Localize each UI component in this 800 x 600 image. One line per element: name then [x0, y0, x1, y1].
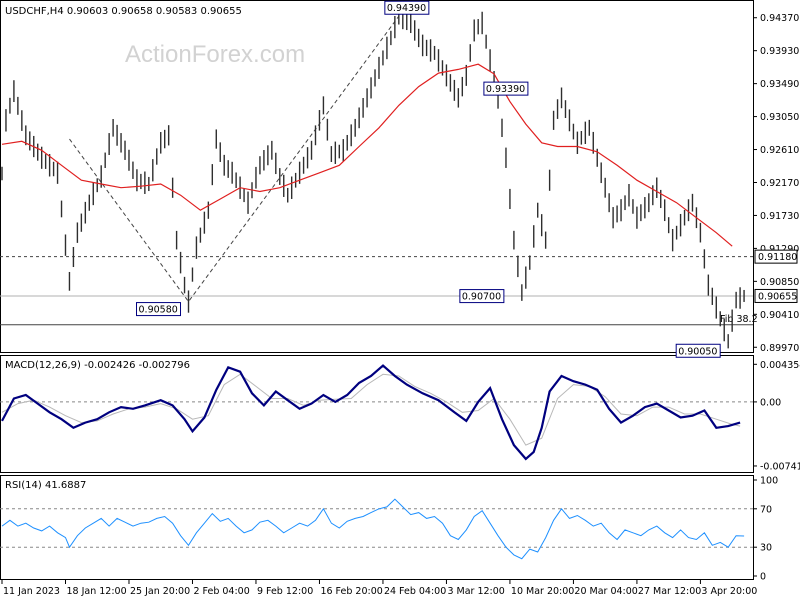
- rsi-y-tick-label: 100: [760, 476, 778, 487]
- macd-y-tick-label: -0.007417: [760, 461, 800, 472]
- macd-lines: [1, 364, 741, 461]
- macd-y-axis: 0.004354 0.00 -0.007417: [753, 360, 800, 472]
- x-tick-label: 3 Mar 12:00: [447, 586, 504, 597]
- price-series: [1, 7, 745, 349]
- price-level-label: 0.91180: [758, 252, 797, 263]
- price-annotation-label: 0.90700: [462, 292, 501, 303]
- price-y-tick-label: 0.94370: [760, 13, 799, 24]
- price-grid: Fib 38.2: [0, 256, 758, 326]
- rsi-panel-frame: [0, 475, 754, 580]
- x-tick-label: 24 Feb 04:00: [384, 586, 446, 597]
- watermark: ActionForex.com: [125, 41, 305, 68]
- rsi-header: RSI(14) 41.6887: [5, 480, 86, 491]
- price-y-tick-label: 0.93930: [760, 46, 799, 57]
- chart: ActionForex.com Fib 38.2 0.94390 0.93390 0…: [0, 0, 800, 597]
- price-level-label: 0.90655: [758, 291, 797, 302]
- price-y-tick-label: 0.90410: [760, 310, 799, 321]
- rsi-y-tick-label: 70: [760, 504, 772, 515]
- price-header: USDCHF,H4 0.90603 0.90658 0.90583 0.9065…: [5, 6, 242, 17]
- price-annotation-label: 0.94390: [387, 3, 426, 14]
- fib-level-label: Fib 38.2: [720, 314, 758, 325]
- price-y-tick-label: 0.93490: [760, 79, 799, 90]
- price-y-tick-label: 0.89970: [760, 343, 799, 354]
- price-annotation-label: 0.90580: [139, 305, 178, 316]
- x-axis: 11 Jan 2023 18 Jan 12:00 25 Jan 20:00 2 Feb…: [1, 580, 757, 597]
- macd-y-tick-label: 0.004354: [760, 360, 800, 371]
- rsi-y-tick-label: 30: [760, 543, 772, 554]
- x-tick-label: 10 Mar 20:00: [511, 586, 574, 597]
- macd-main-line: [1, 364, 741, 461]
- x-tick-label: 16 Feb 20:00: [320, 586, 382, 597]
- price-y-tick-label: 0.92170: [760, 178, 799, 189]
- macd-y-tick-label: 0.00: [760, 397, 781, 408]
- x-tick-label: 25 Jan 20:00: [130, 586, 190, 597]
- x-tick-label: 3 Apr 20:00: [701, 586, 757, 597]
- price-y-tick-label: 0.90850: [760, 277, 799, 288]
- price-panel-frame: [0, 0, 754, 353]
- x-tick-label: 18 Jan 12:00: [66, 586, 126, 597]
- x-tick-label: 11 Jan 2023: [3, 586, 60, 597]
- rsi-y-axis: 100 70 30 0: [753, 476, 778, 583]
- rsi-y-tick-label: 0: [760, 572, 766, 583]
- price-y-tick-label: 0.93050: [760, 112, 799, 123]
- price-y-axis: 0.94370 0.93930 0.93490 0.93050 0.92610 0.921…: [753, 13, 799, 354]
- rsi-line: [1, 498, 745, 560]
- x-tick-label: 2 Feb 04:00: [193, 586, 249, 597]
- price-annotation-label: 0.90050: [678, 346, 717, 357]
- price-annotation-label: 0.93390: [486, 84, 525, 95]
- macd-header: MACD(12,26,9) -0.002426 -0.002796: [5, 360, 190, 371]
- x-tick-label: 9 Feb 12:00: [257, 586, 313, 597]
- rsi-path: [1, 498, 745, 560]
- x-tick-label: 20 Mar 04:00: [574, 586, 637, 597]
- rsi-grid: [0, 508, 753, 548]
- price-y-tick-label: 0.91730: [760, 211, 799, 222]
- x-tick-label: 27 Mar 12:00: [638, 586, 701, 597]
- price-y-tick-label: 0.92610: [760, 145, 799, 156]
